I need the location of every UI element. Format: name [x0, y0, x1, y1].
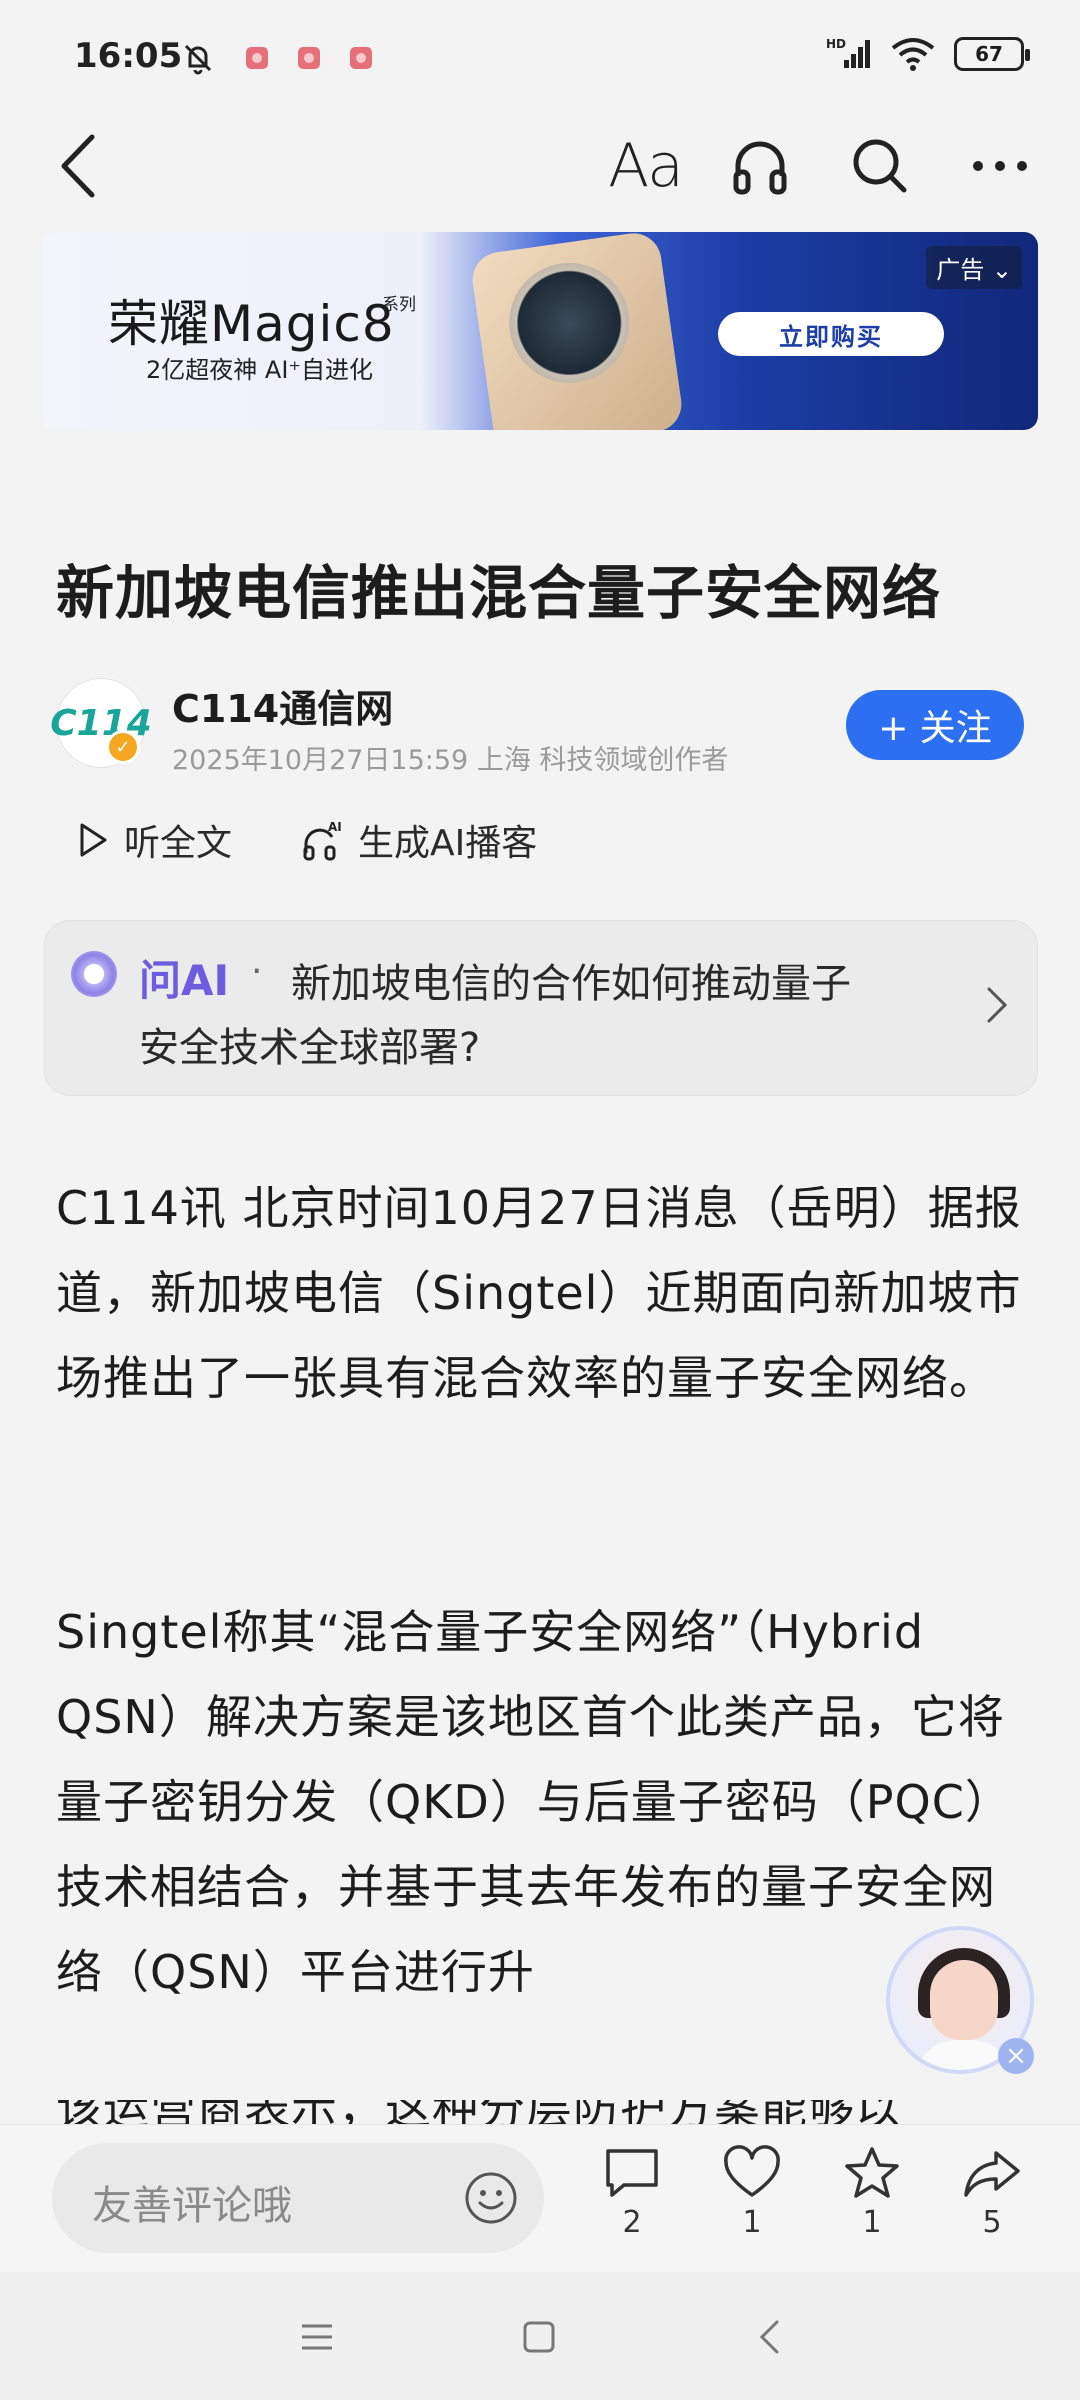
- chevron-right-icon: [987, 987, 1008, 1023]
- article-meta: 2025年10月27日15:59 上海 科技领域创作者: [172, 745, 729, 776]
- ai-orb-icon: [71, 951, 117, 997]
- ask-ai-question-line2: 安全技术全球部署?: [139, 1025, 481, 1071]
- ad-tag-label: 广告: [936, 256, 985, 284]
- ask-ai-question-line1: 新加坡电信的合作如何推动量子: [291, 961, 851, 1007]
- more-button[interactable]: [960, 126, 1040, 206]
- svg-text:AI: AI: [328, 820, 342, 834]
- likes-count: 1: [742, 2205, 762, 2240]
- ask-ai-separator: ·: [251, 951, 263, 992]
- search-icon: [853, 139, 907, 193]
- back-arrow-icon: [61, 134, 95, 198]
- app-notification-icon: [350, 47, 372, 69]
- chevron-down-icon: ⌄: [984, 256, 1012, 284]
- ai-podcast-button[interactable]: AI 生成AI播客: [302, 814, 537, 866]
- system-navigation-bar: [0, 2272, 1080, 2400]
- article-paragraph-cut-text: 该运营商表示，这种分层防护方案能够以: [56, 2100, 1026, 2124]
- status-bar: 16:05 HD 67: [0, 0, 1080, 116]
- favorite-button[interactable]: 1: [832, 2145, 912, 2240]
- app-notification-icon: [298, 47, 320, 69]
- ai-headphones-icon: AI: [303, 820, 342, 861]
- comments-count: 2: [622, 2205, 642, 2240]
- system-back-button[interactable]: [744, 2312, 794, 2362]
- menu-lines-icon: [302, 2324, 332, 2350]
- assistant-face: [930, 1960, 998, 2040]
- comment-input[interactable]: 友善评论哦: [52, 2143, 544, 2253]
- more-dots-icon: [973, 161, 1027, 171]
- like-button[interactable]: 1: [712, 2145, 792, 2240]
- ad-subtitle: 2亿超夜神 AI⁺自进化: [146, 356, 374, 384]
- search-button[interactable]: [840, 126, 920, 206]
- font-size-icon: Aa: [608, 131, 684, 201]
- favorites-count: 1: [862, 2205, 882, 2240]
- star-icon: [845, 2147, 899, 2198]
- battery-level: 67: [975, 42, 1003, 66]
- article-paragraph-cut: 该运营商表示，这种分层防护方案能够以: [56, 2100, 1026, 2124]
- article-paragraph: C114讯 北京时间10月27日消息（岳明）据报道，新加坡电信（Singtel）…: [56, 1181, 1022, 1405]
- ask-ai-label: 问AI: [139, 956, 230, 1005]
- listen-full-label: 听全文: [124, 823, 233, 864]
- article-toolbar: Aa: [0, 116, 1080, 226]
- comment-icon: [606, 2149, 658, 2197]
- signal-icon: HD: [826, 37, 870, 68]
- emoji-icon[interactable]: [464, 2171, 518, 2225]
- ai-podcast-label: 生成AI播客: [358, 823, 538, 864]
- home-button[interactable]: [514, 2312, 564, 2362]
- wifi-icon: [891, 38, 935, 71]
- font-size-button[interactable]: Aa: [600, 126, 690, 206]
- status-notification-icons: [180, 40, 372, 76]
- svg-text:HD: HD: [826, 37, 846, 51]
- back-button[interactable]: [38, 126, 118, 206]
- back-chevron-icon: [759, 2320, 779, 2354]
- audio-actions: 听全文 AI 生成AI播客: [78, 814, 537, 866]
- comment-bar: 友善评论哦 2 1 1 5: [0, 2124, 1080, 2272]
- ad-tag-dropdown[interactable]: 广告 ⌄: [926, 246, 1022, 289]
- ad-phone-image: [469, 232, 685, 430]
- status-system-icons: HD 67: [826, 36, 1030, 72]
- ad-camera-module: [501, 255, 638, 391]
- ad-series: 系列: [382, 295, 416, 315]
- ad-buy-button[interactable]: 立即购买: [718, 312, 944, 356]
- app-notification-icon: [246, 47, 268, 69]
- article-paragraph: Singtel称其“混合量子安全网络”（Hybrid QSN）解决方案是该地区首…: [56, 1605, 1012, 1999]
- assistant-close-icon[interactable]: ×: [998, 2038, 1034, 2074]
- verified-badge-icon: ✓: [106, 730, 140, 764]
- shares-count: 5: [982, 2205, 1002, 2240]
- listen-button[interactable]: [720, 126, 800, 206]
- author-name[interactable]: C114通信网: [172, 678, 393, 733]
- comment-placeholder: 友善评论哦: [92, 2183, 292, 2229]
- share-arrow-icon: [964, 2151, 1020, 2197]
- ad-banner[interactable]: 荣耀Magic8 系列 2亿超夜神 AI⁺自进化 立即购买 广告 ⌄: [42, 232, 1038, 430]
- headphones-icon: [733, 141, 787, 195]
- play-icon: [80, 823, 107, 857]
- mute-bell-icon: [184, 44, 212, 75]
- share-button[interactable]: 5: [952, 2145, 1032, 2240]
- follow-button[interactable]: + 关注: [846, 690, 1024, 760]
- heart-icon: [724, 2145, 780, 2197]
- listen-full-button[interactable]: 听全文: [78, 814, 232, 866]
- ad-title: 荣耀Magic8: [108, 295, 395, 353]
- ask-ai-card[interactable]: 问AI · 新加坡电信的合作如何推动量子 安全技术全球部署?: [44, 920, 1038, 1096]
- status-time: 16:05: [74, 36, 183, 76]
- home-square-icon: [523, 2321, 555, 2353]
- comments-button[interactable]: 2: [592, 2145, 672, 2240]
- battery-icon: 67: [954, 37, 1030, 71]
- recent-apps-button[interactable]: [292, 2312, 342, 2362]
- article-title: 新加坡电信推出混合量子安全网络: [56, 559, 942, 627]
